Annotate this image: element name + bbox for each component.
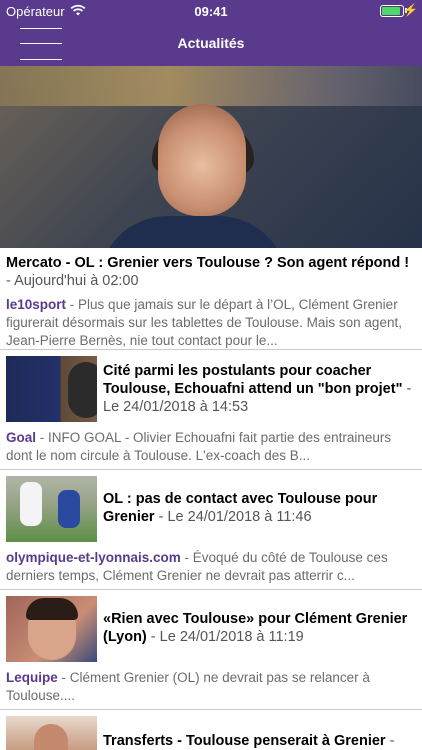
- article-date-separator: -: [6, 273, 15, 289]
- article-date: Le 24/01/2018 à 11:46: [167, 509, 312, 525]
- navigation-bar: Actualités: [0, 22, 422, 66]
- article-date-separator: -: [406, 381, 412, 397]
- clock: 09:41: [194, 4, 228, 19]
- menu-line-top: [20, 28, 62, 29]
- article-snippet: Goal - INFO GOAL - Olivier Echouafni fai…: [6, 429, 414, 465]
- news-row[interactable]: OL : pas de contact avec Toulouse pour G…: [0, 470, 422, 590]
- hero-jacket: [98, 216, 288, 248]
- charging-icon: ⚡: [403, 3, 418, 17]
- article-thumbnail: [6, 476, 97, 542]
- status-bar: Opérateur 09:41 ⚡: [0, 0, 422, 22]
- article-headline: OL : pas de contact avec Toulouse pour G…: [103, 490, 414, 526]
- news-row[interactable]: Transferts - Toulouse penserait à Grenie…: [0, 710, 422, 750]
- article-thumbnail: [6, 356, 97, 422]
- article-thumbnail: [6, 716, 97, 750]
- hero-background-band: [0, 66, 422, 106]
- snippet-separator: -: [61, 670, 70, 685]
- article-snippet: olympique-et-lyonnais.com - Évoqué du cô…: [6, 549, 414, 585]
- article-date: Le 24/01/2018 à 14:53: [103, 399, 249, 415]
- article-source: le10sport: [6, 297, 67, 312]
- article-snippet-text: INFO GOAL - Olivier Echouafni fait parti…: [6, 430, 392, 463]
- page-title: Actualités: [177, 35, 245, 51]
- article-snippet: Lequipe - Clément Grenier (OL) ne devrai…: [6, 669, 414, 705]
- article-headline: Mercato - OL : Grenier vers Toulouse ? S…: [6, 254, 414, 290]
- article-title: Mercato - OL : Grenier vers Toulouse ? S…: [6, 255, 410, 271]
- thumbnail-figure: [68, 362, 97, 418]
- thumbnail-player-blue: [58, 490, 80, 528]
- thumbnail-hair: [26, 598, 78, 620]
- article-source: olympique-et-lyonnais.com: [6, 550, 181, 565]
- article-title: Transferts - Toulouse penserait à Grenie…: [103, 733, 386, 749]
- news-row[interactable]: Cité parmi les postulants pour coacher T…: [0, 350, 422, 470]
- article-headline: Transferts - Toulouse penserait à Grenie…: [103, 732, 414, 750]
- article-date: Aujourd'hui à 02:00: [14, 273, 139, 289]
- hero-face: [158, 104, 246, 216]
- article-headline: Cité parmi les postulants pour coacher T…: [103, 362, 414, 416]
- battery-icon: [380, 5, 404, 17]
- article-snippet: le10sport - Plus que jamais sur le dépar…: [6, 296, 414, 350]
- thumbnail-face: [34, 724, 68, 750]
- article-headline: «Rien avec Toulouse» pour Clément Grenie…: [103, 610, 414, 646]
- featured-article-image[interactable]: [0, 66, 422, 248]
- battery-level: [382, 7, 400, 15]
- article-date: Le 24/01/2018 à 11:19: [159, 629, 304, 645]
- article-snippet-text: Plus que jamais sur le départ à l’OL, Cl…: [6, 297, 402, 348]
- article-date-separator: -: [389, 733, 395, 749]
- snippet-separator: -: [39, 430, 49, 445]
- featured-article[interactable]: Mercato - OL : Grenier vers Toulouse ? S…: [0, 254, 422, 350]
- article-source: Goal: [6, 430, 37, 445]
- article-thumbnail: [6, 596, 97, 662]
- menu-line-bottom: [20, 59, 62, 60]
- snippet-separator: -: [184, 550, 193, 565]
- article-source: Lequipe: [6, 670, 58, 685]
- article-date-separator: -: [150, 629, 160, 645]
- news-row[interactable]: «Rien avec Toulouse» pour Clément Grenie…: [0, 590, 422, 710]
- snippet-separator: -: [69, 297, 79, 312]
- thumbnail-player-white: [20, 482, 42, 526]
- article-title: Cité parmi les postulants pour coacher T…: [103, 363, 403, 397]
